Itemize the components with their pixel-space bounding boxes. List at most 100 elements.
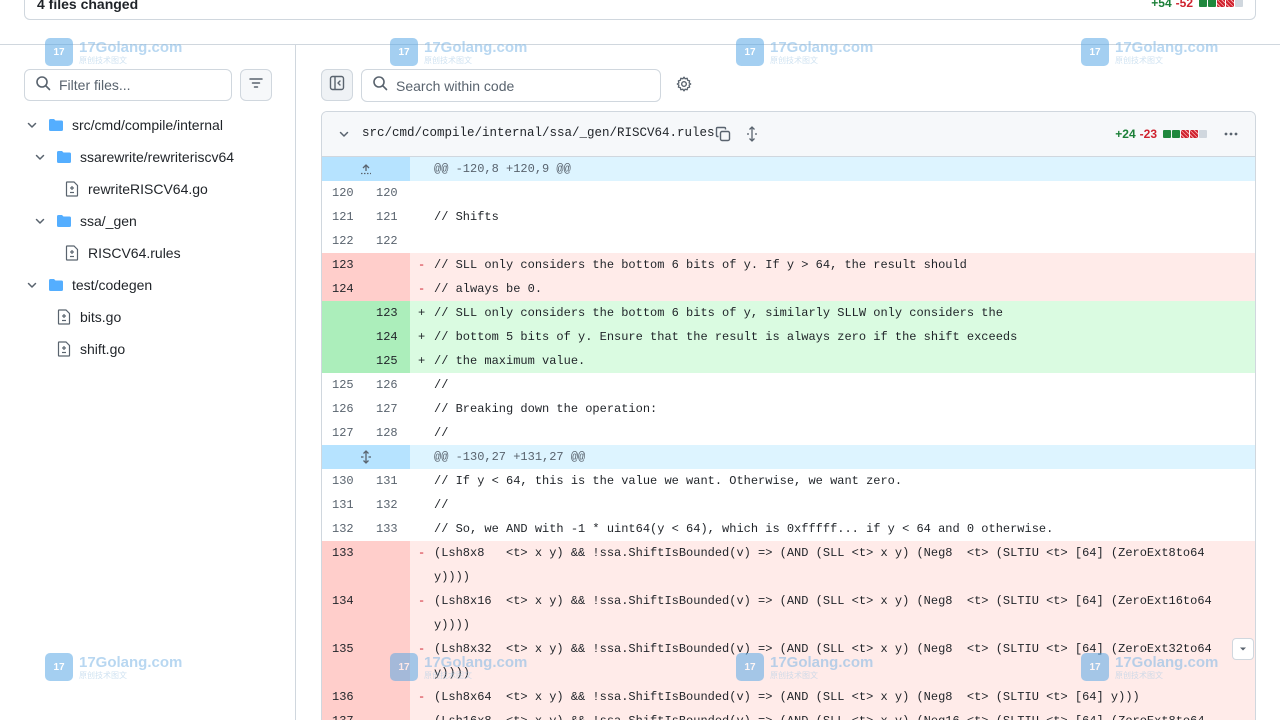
old-line-number[interactable]: 130	[322, 469, 366, 493]
tree-folder-test-codegen[interactable]: test/codegen	[24, 269, 152, 301]
file-path[interactable]: src/cmd/compile/internal/ssa/_gen/RISCV6…	[362, 126, 715, 140]
tree-file-riscv64-rules[interactable]: RISCV64.rules	[64, 237, 181, 269]
tree-file-shift-go[interactable]: shift.go	[56, 333, 125, 365]
tree-file-bits-go[interactable]: bits.go	[56, 301, 121, 333]
collapse-file-button[interactable]	[336, 126, 352, 142]
diff-line-row: 123 + // SLL only considers the bottom 6 b…	[322, 301, 1255, 325]
watermark-logo-icon: 17	[1081, 38, 1109, 66]
code-line: //	[434, 378, 449, 392]
summary-additions: +54	[1151, 0, 1172, 10]
toggle-file-tree-button[interactable]	[321, 69, 353, 101]
new-line-number[interactable]: 122	[366, 229, 410, 253]
new-line-number[interactable]	[366, 277, 410, 301]
old-line-number[interactable]: 124	[322, 277, 366, 301]
watermark-title: 17Golang.com	[424, 38, 528, 56]
filter-files-field[interactable]	[24, 69, 232, 101]
old-line-number[interactable]	[322, 349, 366, 373]
new-line-number[interactable]: 126	[366, 373, 410, 397]
diff-summary-bar: 4 files changed +54 -52	[24, 0, 1256, 20]
new-line-number[interactable]: 125	[366, 349, 410, 373]
triangle-down-icon	[1240, 647, 1246, 651]
code-line: // bottom 5 bits of y. Ensure that the r…	[434, 330, 1018, 344]
old-line-number[interactable]: 131	[322, 493, 366, 517]
hunk-header-text: @@ -130,27 +131,27 @@	[434, 450, 586, 464]
watermark: 17 17Golang.com 原创技术图文	[736, 38, 873, 66]
hunk-header-text: @@ -120,8 +120,9 @@	[434, 162, 571, 176]
folder-icon	[56, 213, 72, 229]
old-line-number[interactable]: 125	[322, 373, 366, 397]
new-line-number[interactable]	[366, 253, 410, 277]
diff-settings-button[interactable]	[672, 75, 696, 97]
old-line-number[interactable]	[322, 301, 366, 325]
diff-line-row: 121 121 // Shifts	[322, 205, 1255, 229]
tree-item-label: bits.go	[80, 309, 122, 325]
tree-folder-ssarewrite-rewriteriscv64[interactable]: ssarewrite/rewriteriscv64	[32, 141, 234, 173]
scroll-down-button[interactable]	[1232, 638, 1254, 660]
file-diff-icon	[56, 341, 72, 357]
new-line-number[interactable]: 123	[366, 301, 410, 325]
new-line-number[interactable]: 131	[366, 469, 410, 493]
diff-line-row: 123 -// SLL only considers the bottom 6 b…	[322, 253, 1255, 277]
new-line-number[interactable]: 121	[366, 205, 410, 229]
old-line-number[interactable]: 135	[322, 637, 366, 685]
new-line-number[interactable]: 132	[366, 493, 410, 517]
folder-icon	[56, 149, 72, 165]
old-line-number[interactable]	[322, 325, 366, 349]
old-line-number[interactable]: 120	[322, 181, 366, 205]
copy-path-button[interactable]	[714, 125, 732, 143]
new-line-number[interactable]	[366, 637, 410, 685]
new-line-number[interactable]	[366, 541, 410, 589]
code-line: (Lsh8x32 <t> x y) && !ssa.ShiftIsBounded…	[434, 642, 1212, 680]
code-line: // So, we AND with -1 * uint64(y < 64), …	[434, 522, 1054, 536]
code-line: // Shifts	[434, 210, 499, 224]
code-line: (Lsh8x64 <t> x y) && !ssa.ShiftIsBounded…	[434, 690, 1140, 704]
new-line-number[interactable]	[366, 685, 410, 709]
diff-line-row: 124 + // bottom 5 bits of y. Ensure that t…	[322, 325, 1255, 349]
old-line-number[interactable]: 133	[322, 541, 366, 589]
old-line-number[interactable]: 134	[322, 589, 366, 637]
filter-options-button[interactable]	[240, 69, 272, 101]
file-tree-sidebar: src/cmd/compile/internal ssarewrite/rewr…	[0, 45, 296, 720]
old-line-number[interactable]: 126	[322, 397, 366, 421]
expand-up-button[interactable]	[322, 157, 410, 181]
diff-line-row: 125 126 //	[322, 373, 1255, 397]
code-line: //	[434, 498, 449, 512]
new-line-number[interactable]: 128	[366, 421, 410, 445]
expand-all-button[interactable]	[743, 125, 761, 143]
new-line-number[interactable]: 133	[366, 517, 410, 541]
old-line-number[interactable]: 136	[322, 685, 366, 709]
tree-folder-src-cmd-compile-internal[interactable]: src/cmd/compile/internal	[24, 109, 223, 141]
diff-line-row: 120 120	[322, 181, 1255, 205]
new-line-number[interactable]: 120	[366, 181, 410, 205]
tree-folder-ssa-gen[interactable]: ssa/_gen	[32, 205, 137, 237]
new-line-number[interactable]: 127	[366, 397, 410, 421]
old-line-number[interactable]: 122	[322, 229, 366, 253]
old-line-number[interactable]: 123	[322, 253, 366, 277]
tree-item-label: src/cmd/compile/internal	[72, 117, 223, 133]
search-icon	[372, 75, 388, 96]
file-options-button[interactable]	[1221, 124, 1241, 144]
diff-sign: -	[418, 282, 426, 296]
new-line-number[interactable]: 124	[366, 325, 410, 349]
file-diff-icon	[64, 245, 80, 261]
old-line-number[interactable]: 121	[322, 205, 366, 229]
tree-file-rewriteriscv64-go[interactable]: rewriteRISCV64.go	[64, 173, 208, 205]
expand-both-button[interactable]	[322, 445, 410, 469]
code-line: (Lsh8x16 <t> x y) && !ssa.ShiftIsBounded…	[434, 594, 1212, 632]
search-within-code-field[interactable]	[361, 69, 661, 102]
old-line-number[interactable]: 137	[322, 709, 366, 720]
diff-sign: +	[418, 306, 426, 320]
filter-files-input[interactable]	[59, 77, 219, 93]
search-within-code-input[interactable]	[396, 77, 646, 94]
new-line-number[interactable]	[366, 709, 410, 720]
new-line-number[interactable]	[366, 589, 410, 637]
unfold-icon	[747, 126, 757, 142]
code-line: // the maximum value.	[434, 354, 586, 368]
old-line-number[interactable]: 132	[322, 517, 366, 541]
watermark: 17 17Golang.com 原创技术图文	[390, 38, 527, 66]
diff-sign: -	[418, 594, 426, 608]
diff-line-row: 131 132 //	[322, 493, 1255, 517]
code-line: // Breaking down the operation:	[434, 402, 658, 416]
file-diffstat-blocks	[1163, 130, 1207, 138]
old-line-number[interactable]: 127	[322, 421, 366, 445]
